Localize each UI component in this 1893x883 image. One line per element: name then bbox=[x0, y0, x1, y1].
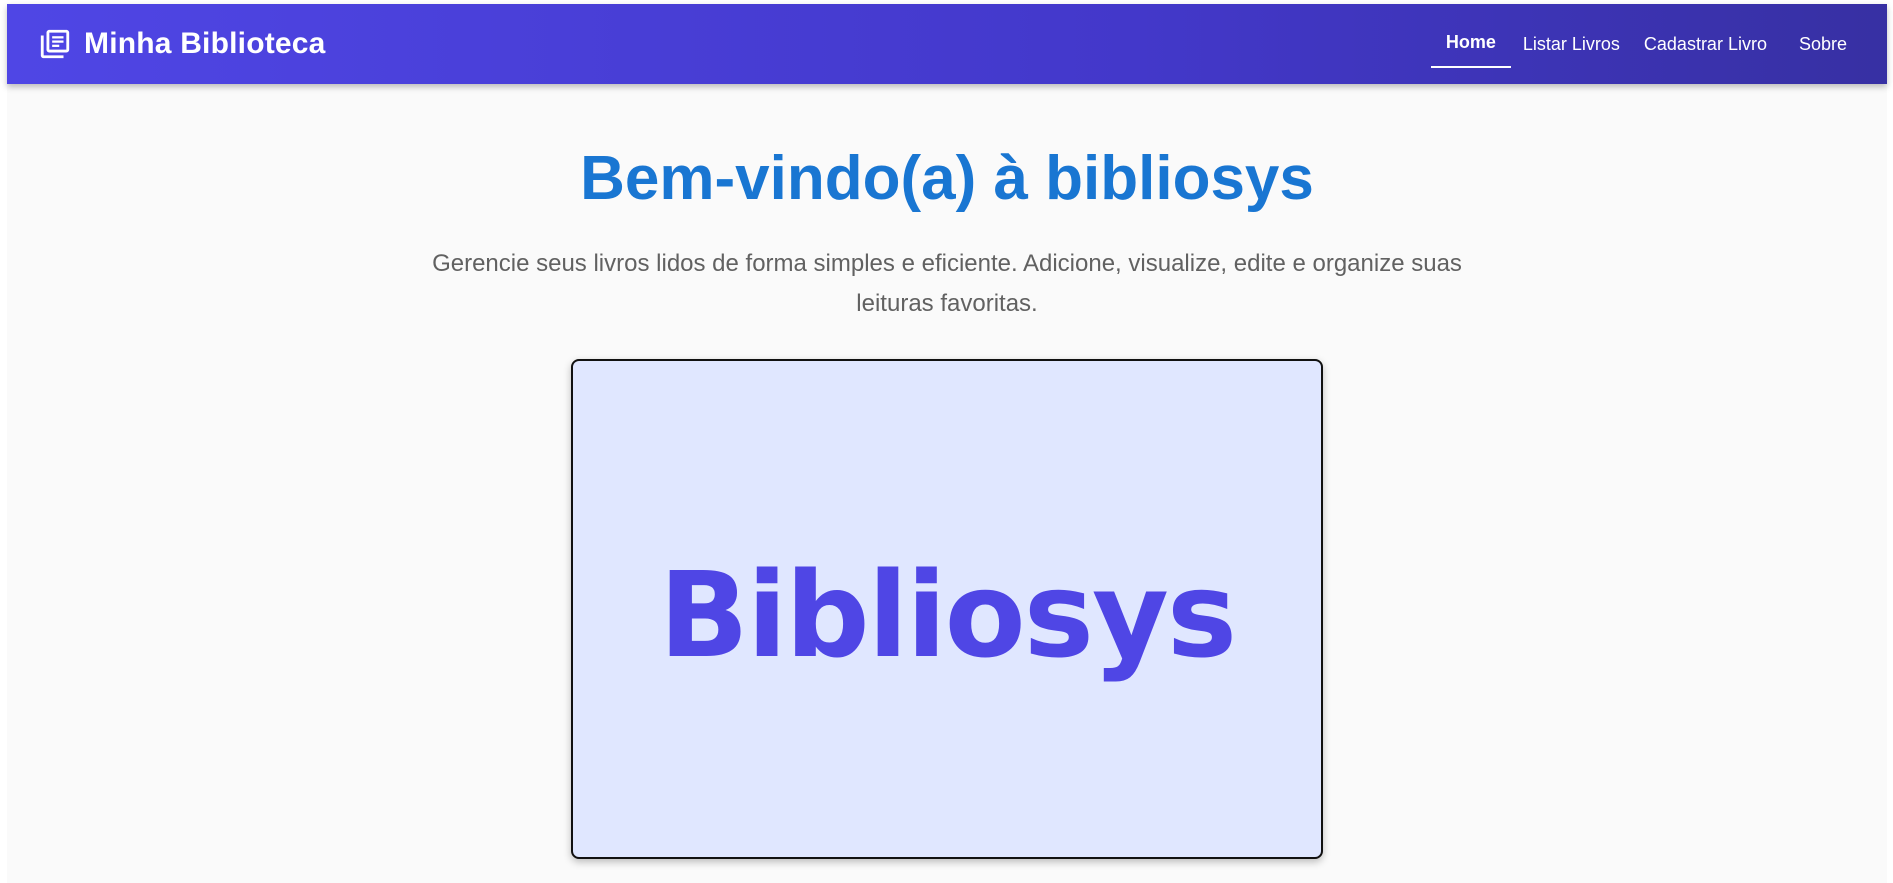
nav-link-home[interactable]: Home bbox=[1430, 4, 1511, 84]
nav-link-listar-livros[interactable]: Listar Livros bbox=[1511, 4, 1632, 84]
nav-link-home-label: Home bbox=[1445, 31, 1496, 52]
app-window: Minha Biblioteca Home Listar Livros Cada… bbox=[7, 4, 1887, 883]
brand-title: Minha Biblioteca bbox=[84, 27, 326, 60]
page-title: Bem-vindo(a) à bibliosys bbox=[580, 144, 1314, 213]
nav-link-listar-livros-label: Listar Livros bbox=[1522, 33, 1620, 54]
nav-link-sobre[interactable]: Sobre bbox=[1787, 4, 1859, 84]
nav-link-cadastrar-livro-label: Cadastrar Livro bbox=[1643, 33, 1767, 54]
brand[interactable]: Minha Biblioteca bbox=[38, 4, 326, 84]
nav-link-cadastrar-livro[interactable]: Cadastrar Livro bbox=[1632, 4, 1779, 84]
bibliosys-logo-image: Bibliosys bbox=[571, 359, 1323, 859]
page-subtitle: Gerencie seus livros lidos de forma simp… bbox=[432, 250, 1462, 317]
main-content: Bem-vindo(a) à bibliosys Gerencie seus l… bbox=[7, 84, 1887, 883]
library-books-icon bbox=[38, 27, 72, 61]
nav-links: Home Listar Livros Cadastrar Livro Sobre bbox=[1430, 4, 1859, 84]
nav-link-sobre-label: Sobre bbox=[1798, 33, 1847, 54]
top-navbar: Minha Biblioteca Home Listar Livros Cada… bbox=[7, 4, 1887, 84]
logo-text: Bibliosys bbox=[658, 546, 1237, 684]
